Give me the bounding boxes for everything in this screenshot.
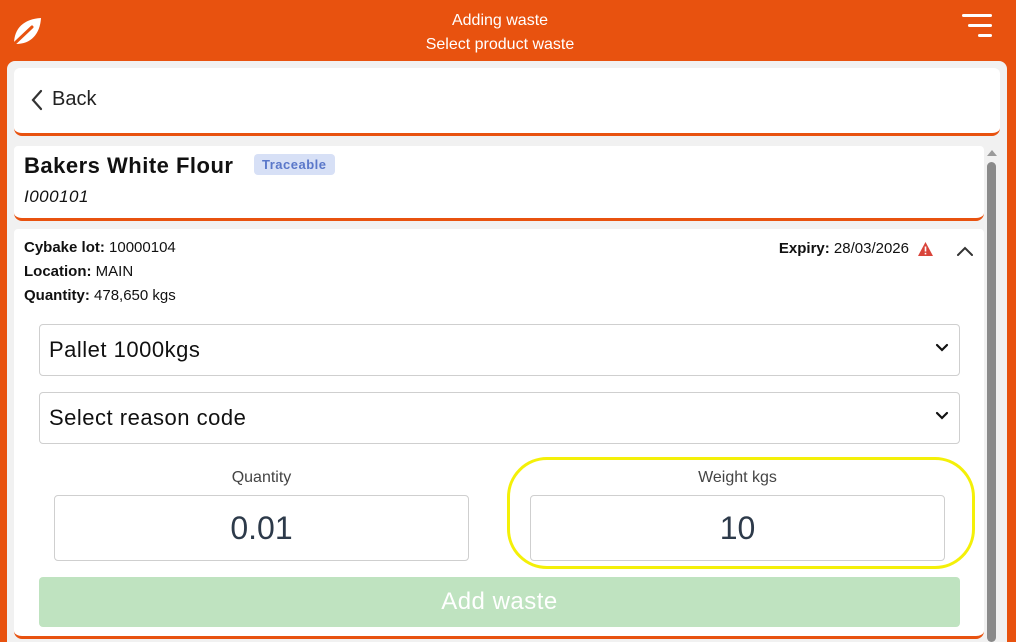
traceable-badge: Traceable [254, 154, 335, 175]
location-label: Location: [24, 263, 92, 280]
weight-input[interactable]: 10 [530, 495, 945, 561]
lot-label: Cybake lot: [24, 239, 105, 256]
warning-icon [918, 241, 933, 256]
quantity-label: Quantity: [24, 287, 90, 304]
expiry-label: Expiry: [778, 240, 830, 257]
expiry-line: Expiry: 28/03/2026 [779, 240, 934, 257]
page-subtitle: Select product waste [425, 36, 575, 53]
scroll-area: Bakers White Flour Traceable I000101 Cyb… [14, 146, 984, 642]
back-label: Back [52, 88, 97, 110]
unit-select-value: Pallet 1000kgs [49, 337, 201, 362]
page-title: Adding waste [451, 12, 549, 29]
reason-select-value: Select reason code [49, 405, 247, 430]
menu-icon[interactable] [960, 14, 992, 40]
location-line: Location: MAIN [24, 263, 133, 280]
header-titles: Adding waste Select product waste [0, 9, 1000, 57]
chevron-up-icon[interactable] [956, 245, 974, 257]
scroll-up-arrow[interactable] [987, 150, 997, 156]
expiry-value: 28/03/2026 [833, 240, 909, 257]
quantity-field-label: Quantity [231, 469, 292, 486]
quantity-value: 478,650 kgs [94, 287, 176, 304]
product-card: Bakers White Flour Traceable I000101 [14, 146, 984, 221]
location-value: MAIN [95, 263, 134, 280]
chevron-left-icon [31, 89, 43, 110]
weight-field-label: Weight kgs [698, 469, 777, 486]
unit-select[interactable]: Pallet 1000kgs [39, 324, 960, 376]
back-button[interactable]: Back [30, 88, 96, 111]
product-name: Bakers White Flour [24, 153, 234, 178]
lot-value: 10000104 [109, 239, 176, 256]
scrollbar[interactable] [984, 146, 1000, 642]
chevron-down-icon [935, 343, 949, 352]
app-header: Adding waste Select product waste [0, 0, 1016, 60]
quantity-input[interactable]: 0.01 [54, 495, 469, 561]
reason-code-select[interactable]: Select reason code [39, 392, 960, 444]
product-code: I000101 [24, 187, 89, 206]
quantity-line: Quantity: 478,650 kgs [24, 287, 176, 304]
lot-line: Cybake lot: 10000104 [24, 239, 176, 256]
add-waste-button[interactable]: Add waste [39, 577, 960, 627]
scrollbar-thumb[interactable] [987, 162, 996, 642]
back-bar: Back [14, 68, 1000, 136]
chevron-down-icon [935, 411, 949, 420]
lot-card: Cybake lot: 10000104 Location: MAIN Quan… [14, 229, 984, 639]
